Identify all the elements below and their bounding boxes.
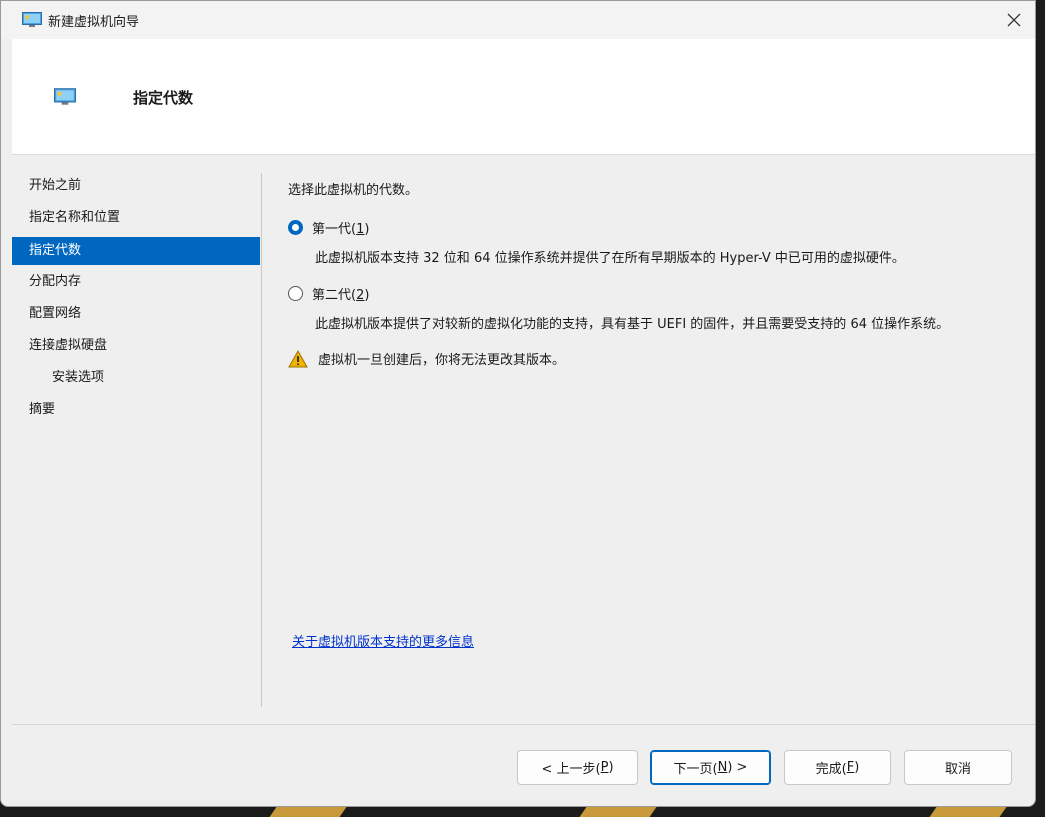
wizard-window: 新建虚拟机向导 指定代数 开始之前 指定名称和位置 指定代数 分配内存 配置网络… [0,0,1036,807]
gen2-label: 第二代(2) [312,287,370,303]
page-header: 指定代数 [12,39,1035,155]
finish-button[interactable]: 完成(F) [784,750,891,785]
close-icon [1007,13,1021,27]
nav-item-generation[interactable]: 指定代数 [12,237,260,265]
monitor-icon [22,12,42,27]
generation-prompt: 选择此虚拟机的代数。 [288,183,419,198]
back-button[interactable]: < 上一步(P) [517,750,638,785]
next-button[interactable]: 下一页(N) > [650,750,771,785]
nav-item-summary[interactable]: 摘要 [12,395,260,427]
version-warning: 虚拟机一旦创建后，你将无法更改其版本。 [288,349,1008,368]
gen1-option[interactable]: 第一代(1) [288,217,1008,237]
nav-item-network[interactable]: 配置网络 [12,299,260,331]
nav-item-before-you-begin[interactable]: 开始之前 [12,171,260,203]
gen2-description: 此虚拟机版本提供了对较新的虚拟化功能的支持，具有基于 UEFI 的固件，并且需要… [315,317,950,332]
wizard-steps-nav: 开始之前 指定名称和位置 指定代数 分配内存 配置网络 连接虚拟硬盘 安装选项 … [12,171,260,427]
nav-item-name-location[interactable]: 指定名称和位置 [12,203,260,235]
main-content: 选择此虚拟机的代数。 第一代(1) 此虚拟机版本支持 32 位和 64 位操作系… [288,179,1008,368]
cancel-button[interactable]: 取消 [904,750,1012,785]
nav-item-memory[interactable]: 分配内存 [12,267,260,299]
nav-item-install-options[interactable]: 安装选项 [12,363,260,395]
gen1-label: 第一代(1) [312,221,370,237]
window-title: 新建虚拟机向导 [48,14,140,30]
gen1-radio[interactable] [288,219,303,235]
monitor-icon [54,88,76,105]
warning-text: 虚拟机一旦创建后，你将无法更改其版本。 [318,353,566,368]
gen1-description: 此虚拟机版本支持 32 位和 64 位操作系统并提供了在所有早期版本的 Hype… [315,251,905,266]
nav-item-virtual-disk[interactable]: 连接虚拟硬盘 [12,331,260,363]
close-button[interactable] [999,5,1029,35]
page-title: 指定代数 [133,89,194,107]
nav-divider [261,173,262,707]
window-edge [1,39,12,806]
version-info-link[interactable]: 关于虚拟机版本支持的更多信息 [292,631,474,650]
warning-icon [288,349,308,367]
footer-divider [12,724,1035,725]
gen2-option[interactable]: 第二代(2) [288,283,1008,303]
title-bar[interactable]: 新建虚拟机向导 [1,1,1035,39]
gen2-radio[interactable] [288,285,303,301]
